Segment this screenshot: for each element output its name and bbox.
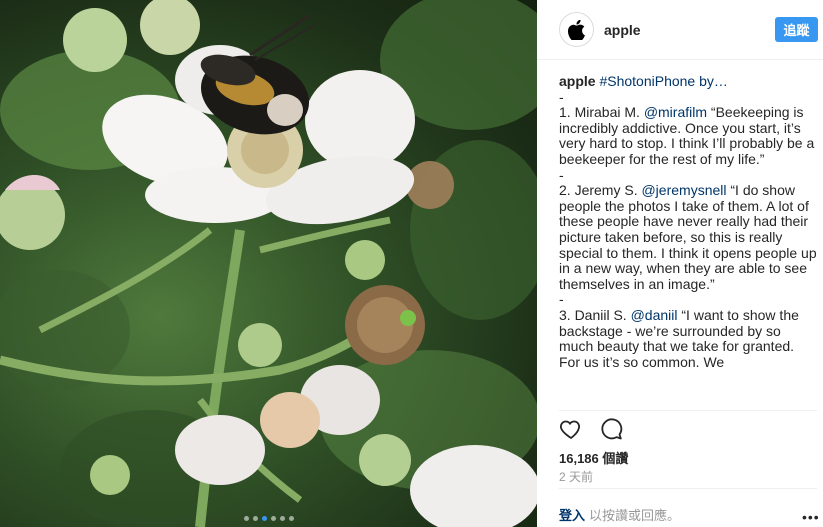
- quote-1-handle[interactable]: @mirafilm: [644, 104, 707, 120]
- divider: [559, 488, 817, 489]
- post-photo[interactable]: [0, 0, 537, 527]
- caption-author[interactable]: apple: [559, 74, 596, 89]
- login-prompt-text: 以按讚或回應。: [589, 508, 681, 523]
- apple-logo-icon: [568, 19, 585, 40]
- carousel-dot[interactable]: [243, 516, 249, 521]
- quote-2-text: “I do show people the photos I take of t…: [559, 182, 817, 292]
- caption-separator: -: [559, 88, 564, 105]
- post-timestamp[interactable]: 2 天前: [559, 468, 593, 485]
- post-header: apple 追蹤: [537, 0, 823, 60]
- caption-separator: -: [559, 166, 564, 183]
- more-options-icon[interactable]: •••: [802, 509, 820, 525]
- quote-3-prefix: 3. Daniil S.: [559, 306, 631, 323]
- post-sidebar: apple 追蹤 apple #ShotoniPhone by… - 1. Mi…: [537, 0, 823, 527]
- carousel-dot-active[interactable]: [261, 516, 267, 521]
- like-count[interactable]: 16,186 個讚: [559, 448, 628, 467]
- carousel-dot[interactable]: [279, 516, 285, 521]
- comment-icon[interactable]: [599, 417, 623, 441]
- header-username[interactable]: apple: [604, 22, 641, 38]
- action-bar: [559, 417, 623, 443]
- carousel-dot[interactable]: [270, 516, 276, 521]
- photo-illustration: [0, 0, 537, 527]
- carousel-dot[interactable]: [252, 516, 258, 521]
- caption-hashtag-intro[interactable]: #ShotoniPhone by…: [596, 74, 727, 89]
- quote-2-prefix: 2. Jeremy S.: [559, 182, 642, 199]
- quote-3-handle[interactable]: @daniil: [631, 307, 678, 323]
- post-caption: apple #ShotoniPhone by… - 1. Mirabai M. …: [559, 74, 817, 408]
- login-link[interactable]: 登入: [559, 508, 585, 523]
- divider: [559, 410, 817, 411]
- quote-2-handle[interactable]: @jeremysnell: [641, 182, 726, 198]
- follow-button[interactable]: 追蹤: [775, 17, 818, 42]
- login-prompt: 登入 以按讚或回應。: [559, 505, 680, 524]
- heart-icon[interactable]: [559, 417, 583, 441]
- caption-separator: -: [559, 291, 564, 308]
- avatar[interactable]: [559, 12, 594, 47]
- carousel-indicator: [0, 516, 537, 521]
- quote-1-prefix: 1. Mirabai M.: [559, 104, 644, 121]
- carousel-dot[interactable]: [288, 516, 294, 521]
